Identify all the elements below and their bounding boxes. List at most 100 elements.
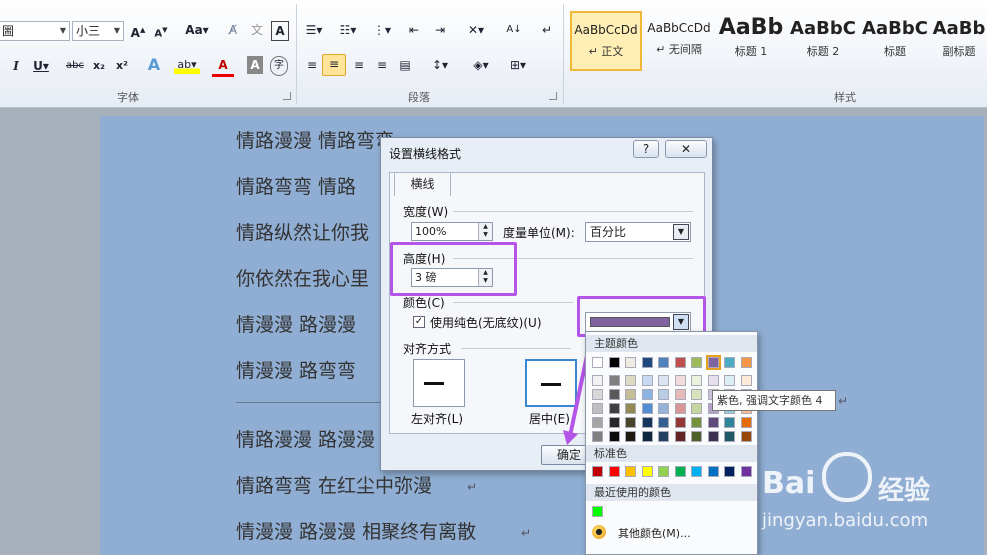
color-swatch[interactable]: [625, 403, 636, 414]
color-swatch[interactable]: [608, 357, 620, 368]
color-swatch[interactable]: [740, 357, 752, 368]
document-line[interactable]: 情路弯弯 情路: [236, 172, 356, 199]
align-right-icon[interactable]: ≡: [350, 56, 368, 74]
more-colors-item[interactable]: 其他颜色(M)...: [618, 525, 691, 541]
font-name-box[interactable]: 圌 ▼: [0, 21, 70, 41]
grow-font-button[interactable]: A▲: [130, 21, 146, 42]
borders-icon[interactable]: ⊞▾: [505, 56, 531, 74]
color-swatch[interactable]: [724, 466, 735, 477]
char-border-icon[interactable]: A: [271, 21, 289, 41]
color-swatch[interactable]: [658, 417, 669, 428]
color-swatch[interactable]: [674, 466, 686, 477]
color-swatch[interactable]: [608, 466, 620, 477]
color-swatch[interactable]: [707, 466, 719, 477]
chevron-down-icon[interactable]: ▼: [673, 224, 689, 240]
color-swatch[interactable]: [641, 389, 653, 400]
clear-format-icon[interactable]: A̸: [224, 21, 242, 39]
color-swatch[interactable]: [691, 466, 702, 477]
font-size-box[interactable]: 小三 ▼: [72, 21, 124, 41]
color-swatch[interactable]: [691, 403, 702, 414]
color-swatch[interactable]: [608, 431, 620, 442]
strikethrough-button[interactable]: abc: [63, 57, 87, 75]
color-swatch[interactable]: [740, 417, 752, 428]
document-line[interactable]: 情路纵然让你我: [236, 218, 369, 245]
line-spacing-icon[interactable]: ↕▾: [428, 56, 452, 74]
document-line[interactable]: 情路漫漫 路漫漫: [236, 425, 375, 452]
color-swatch[interactable]: [608, 417, 620, 428]
color-swatch[interactable]: [691, 375, 702, 386]
bullets-icon[interactable]: ☰▾: [303, 21, 325, 39]
text-effect-icon[interactable]: A: [145, 56, 163, 74]
increase-indent-icon[interactable]: ⇥: [431, 21, 449, 39]
color-swatch[interactable]: [658, 431, 669, 442]
color-swatch[interactable]: [724, 357, 735, 368]
chinese-layout-icon[interactable]: ✕▾: [463, 21, 489, 39]
color-swatch[interactable]: [592, 403, 603, 414]
color-swatch[interactable]: [625, 357, 636, 368]
color-swatch[interactable]: [641, 357, 653, 368]
color-swatch[interactable]: [724, 431, 735, 442]
style-normal[interactable]: AaBbCcDd ↵ 正文: [570, 11, 642, 71]
color-swatch[interactable]: [641, 431, 653, 442]
color-swatch[interactable]: [674, 389, 686, 400]
color-swatch[interactable]: [724, 417, 735, 428]
color-swatch[interactable]: [592, 375, 603, 386]
color-swatch[interactable]: [691, 431, 702, 442]
document-line[interactable]: 情漫漫 路漫漫 相聚终有离散: [236, 517, 476, 544]
close-button[interactable]: ✕: [665, 140, 707, 158]
show-marks-icon[interactable]: ↵: [540, 21, 554, 39]
subscript-button[interactable]: x₂: [91, 57, 107, 75]
color-swatch[interactable]: [707, 375, 719, 386]
color-swatch[interactable]: [740, 431, 752, 442]
document-line[interactable]: 情路弯弯 在红尘中弥漫: [236, 471, 432, 498]
color-swatch[interactable]: [691, 357, 702, 368]
italic-button[interactable]: I: [8, 57, 24, 75]
document-line[interactable]: 情漫漫 路弯弯: [236, 356, 356, 383]
justify-icon[interactable]: ≡: [373, 56, 391, 74]
align-left-icon[interactable]: ≡: [303, 56, 321, 74]
color-swatch[interactable]: [592, 389, 603, 400]
color-swatch[interactable]: [625, 417, 636, 428]
color-swatch[interactable]: [724, 375, 735, 386]
color-swatch[interactable]: [608, 375, 620, 386]
color-swatch[interactable]: [658, 466, 669, 477]
decrease-indent-icon[interactable]: ⇤: [405, 21, 423, 39]
help-button[interactable]: ?: [633, 140, 659, 158]
color-swatch[interactable]: [592, 431, 603, 442]
color-swatch[interactable]: [641, 403, 653, 414]
style-heading-2[interactable]: AaBbC 标题 2: [787, 11, 859, 71]
color-swatch[interactable]: [625, 375, 636, 386]
document-line[interactable]: 情路漫漫 情路弯弯: [236, 126, 394, 153]
color-swatch[interactable]: [625, 389, 636, 400]
color-swatch[interactable]: [641, 466, 653, 477]
font-color-icon[interactable]: A: [212, 56, 234, 77]
document-line[interactable]: 你依然在我心里: [236, 264, 369, 291]
color-swatch[interactable]: [674, 375, 686, 386]
color-swatch[interactable]: [641, 417, 653, 428]
color-swatch[interactable]: [592, 466, 603, 477]
align-left-option[interactable]: [413, 359, 465, 407]
color-swatch[interactable]: [658, 389, 669, 400]
tab-horizontal-line[interactable]: 横线: [394, 172, 451, 196]
char-shading-icon[interactable]: A: [247, 56, 263, 74]
font-dialog-launcher-icon[interactable]: [283, 92, 291, 100]
numbering-icon[interactable]: ☷▾: [337, 21, 359, 39]
color-swatch[interactable]: [740, 466, 752, 477]
underline-button[interactable]: U▾: [31, 57, 51, 75]
multilevel-list-icon[interactable]: ⋮▾: [371, 21, 393, 39]
distribute-icon[interactable]: ▤: [396, 56, 414, 74]
shading-icon[interactable]: ◈▾: [468, 56, 494, 74]
color-swatch[interactable]: [658, 375, 669, 386]
paragraph-dialog-launcher-icon[interactable]: [549, 92, 557, 100]
color-swatch[interactable]: [592, 417, 603, 428]
color-swatch[interactable]: [625, 431, 636, 442]
sort-icon[interactable]: A↓: [505, 21, 523, 39]
enclose-char-icon[interactable]: 字: [270, 56, 288, 76]
color-swatch[interactable]: [658, 403, 669, 414]
color-swatch[interactable]: [707, 417, 719, 428]
align-center-icon[interactable]: ≡: [322, 54, 346, 76]
color-swatch[interactable]: [608, 403, 620, 414]
phonetic-guide-icon[interactable]: 文: [248, 21, 266, 39]
shrink-font-button[interactable]: A▼: [153, 21, 169, 43]
color-swatch[interactable]: [674, 417, 686, 428]
